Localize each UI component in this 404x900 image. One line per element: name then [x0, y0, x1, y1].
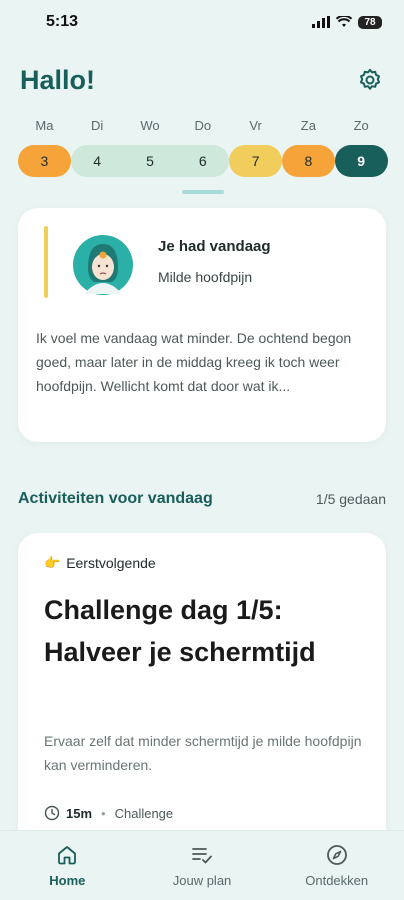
day-pills: 3 4 5 6 7 8 9 — [18, 145, 388, 177]
home-icon — [58, 846, 77, 865]
day-pill-vr[interactable]: 7 — [229, 145, 282, 177]
page-title: Hallo! — [20, 64, 96, 95]
header: Hallo! — [20, 60, 384, 100]
symptom-note: Ik voel me vandaag wat minder. De ochten… — [36, 330, 352, 394]
day-pill-di[interactable]: 4 — [70, 145, 124, 177]
next-label-text: Eerstvolgende — [66, 555, 156, 571]
challenge-type: Challenge — [114, 805, 174, 821]
challenge-duration: 15m — [66, 805, 93, 821]
signal-icon — [312, 16, 330, 28]
gear-icon — [360, 68, 380, 90]
settings-button[interactable] — [356, 66, 384, 94]
pointing-hand-icon: 👉 — [44, 555, 61, 570]
severity-accent-bar — [44, 226, 48, 298]
status-icons: 78 — [312, 15, 382, 29]
next-label: 👉 Eerstvolgende — [44, 555, 156, 571]
day-pill-ma[interactable]: 3 — [18, 145, 71, 177]
challenge-meta: 15m • Challenge — [44, 805, 173, 821]
week-selector: Ma Di Wo Do Vr Za Zo 3 4 5 6 7 8 9 — [18, 118, 388, 177]
status-time: 5:13 — [46, 13, 79, 30]
activity-card[interactable]: 👉 Eerstvolgende Challenge dag 1/5: Halve… — [18, 533, 386, 863]
day-label: Za — [300, 118, 316, 133]
tab-jouw-plan[interactable]: Jouw plan — [135, 831, 270, 900]
wifi-icon — [336, 16, 352, 27]
tab-home-label: Home — [49, 873, 86, 888]
day-label: Vr — [249, 118, 262, 133]
battery-indicator: 78 — [358, 15, 382, 29]
week-page-indicator — [182, 190, 224, 194]
checklist-icon — [192, 848, 212, 864]
day-label: Di — [91, 118, 104, 133]
activities-title: Activiteiten voor vandaag — [18, 490, 213, 507]
symptom-value: Milde hoofdpijn — [158, 269, 253, 285]
day-labels: Ma Di Wo Do Vr Za Zo — [18, 118, 388, 133]
day-label: Wo — [140, 118, 160, 133]
status-bar: 5:13 78 — [0, 0, 404, 44]
compass-icon — [326, 845, 347, 865]
day-pill-wo[interactable]: 5 — [123, 145, 177, 177]
activities-header: Activiteiten voor vandaag 1/5 gedaan — [18, 490, 386, 508]
avatar-illustration — [73, 235, 133, 295]
clock-icon — [44, 805, 60, 821]
day-pill-do[interactable]: 6 — [176, 145, 230, 177]
tab-ontdekken[interactable]: Ontdekken — [269, 831, 404, 900]
activities-progress: 1/5 gedaan — [315, 491, 386, 507]
challenge-description: Ervaar zelf dat minder schermtijd je mil… — [44, 733, 362, 773]
symptom-card[interactable]: Je had vandaag Milde hoofdpijn Ik voel m… — [18, 208, 386, 442]
tab-ontdekken-label: Ontdekken — [305, 873, 369, 888]
day-label: Ma — [35, 118, 54, 133]
meta-separator: • — [101, 805, 106, 821]
tab-jouw-plan-label: Jouw plan — [172, 873, 232, 888]
bottom-tab-bar: Home Jouw plan Ontdekken — [0, 830, 404, 900]
day-label: Zo — [353, 118, 369, 133]
day-pill-zo-selected[interactable]: 9 — [334, 145, 388, 177]
day-pill-za[interactable]: 8 — [281, 145, 335, 177]
challenge-title: Challenge dag 1/5: Halveer je schermtijd — [44, 595, 316, 667]
day-label: Do — [194, 118, 212, 133]
symptom-title: Je had vandaag — [158, 238, 271, 255]
tab-home[interactable]: Home — [0, 831, 135, 900]
